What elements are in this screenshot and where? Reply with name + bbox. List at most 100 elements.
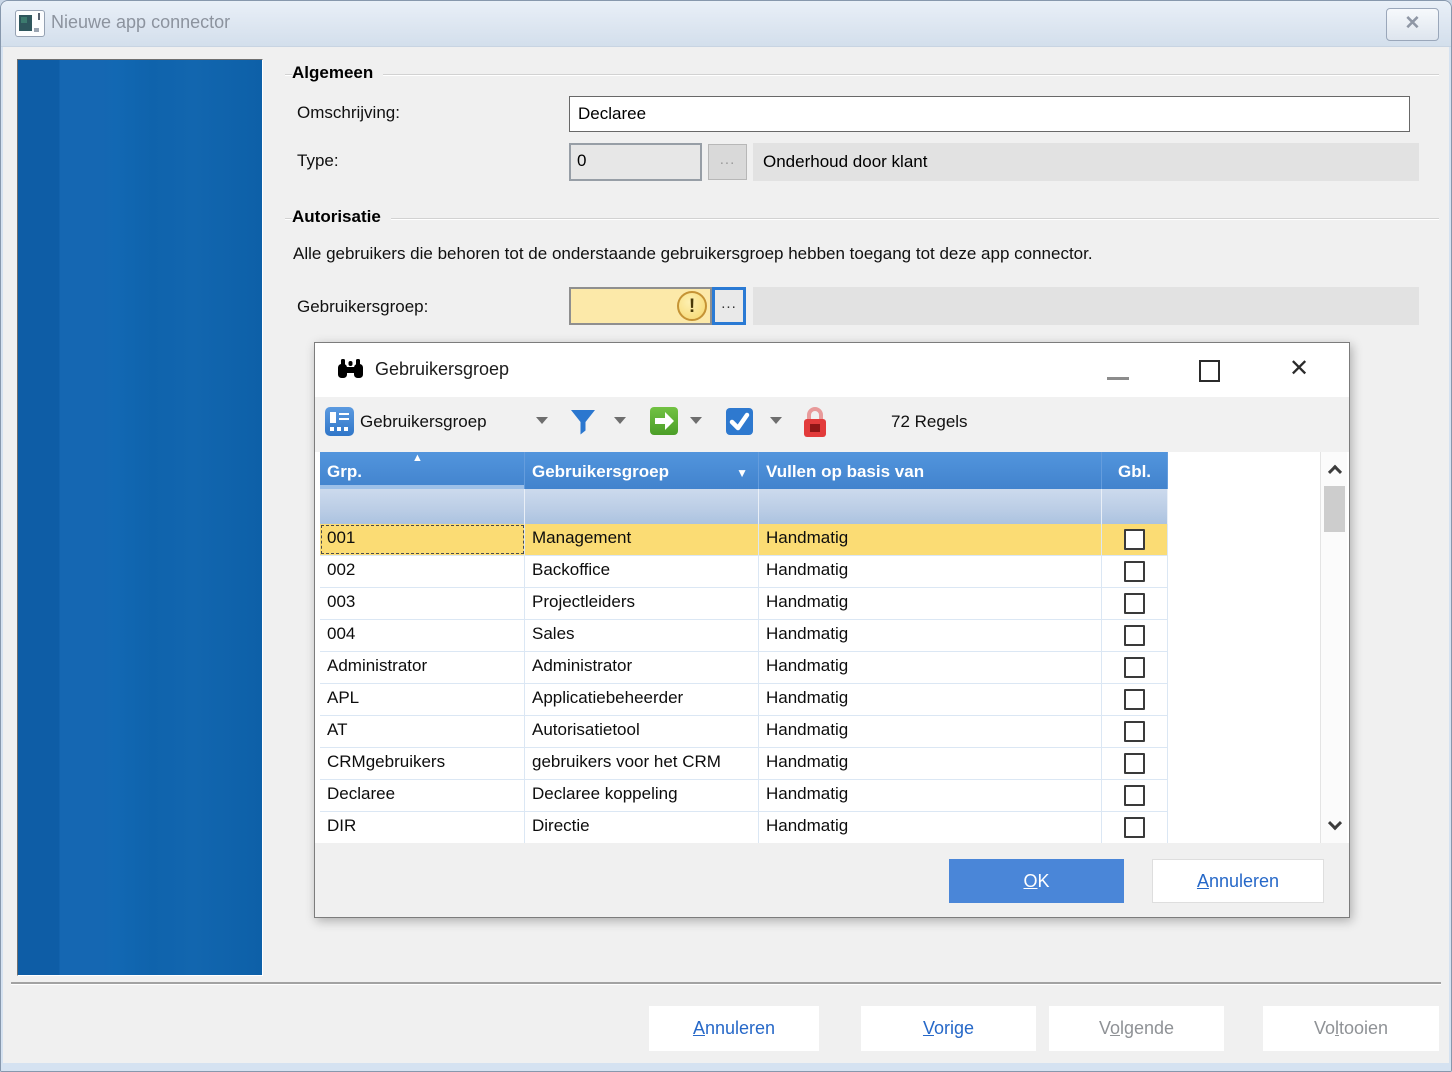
cell-fill[interactable]: Handmatig	[759, 812, 1102, 843]
filter-cell-gebruikersgroep[interactable]	[525, 489, 759, 524]
cell-gbl	[1102, 684, 1168, 715]
gbl-checkbox[interactable]	[1124, 625, 1145, 646]
cell-grp[interactable]: 003	[320, 588, 525, 619]
column-header-grp[interactable]: Grp. ▲	[320, 452, 525, 489]
cell-fill[interactable]: Handmatig	[759, 588, 1102, 619]
scroll-up-button[interactable]	[1321, 454, 1348, 484]
column-header-vullen[interactable]: Vullen op basis van	[759, 452, 1102, 489]
cell-gbl	[1102, 716, 1168, 747]
grid-filter-row	[320, 489, 1168, 524]
cell-grp[interactable]: 002	[320, 556, 525, 587]
cell-group[interactable]: Declaree koppeling	[525, 780, 759, 811]
grid-empty-area	[1168, 452, 1320, 843]
table-row[interactable]: 001 Management Handmatig	[320, 524, 1168, 556]
cell-grp[interactable]: APL	[320, 684, 525, 715]
table-row[interactable]: Administrator Administrator Handmatig	[320, 652, 1168, 684]
popup-title: Gebruikersgroep	[375, 359, 509, 380]
minimize-button[interactable]	[1107, 377, 1129, 380]
export-icon[interactable]	[650, 407, 678, 435]
gbl-checkbox[interactable]	[1124, 593, 1145, 614]
finish-button[interactable]: Voltooien	[1263, 1006, 1439, 1051]
type-input[interactable]: 0	[569, 143, 702, 181]
cell-fill[interactable]: Handmatig	[759, 748, 1102, 779]
popup-footer: OK Annuleren	[315, 843, 1349, 917]
cell-group[interactable]: Sales	[525, 620, 759, 651]
cell-group[interactable]: Autorisatietool	[525, 716, 759, 747]
cell-grp[interactable]: Declaree	[320, 780, 525, 811]
view-selector-label[interactable]: Gebruikersgroep	[360, 412, 487, 432]
cell-group[interactable]: Projectleiders	[525, 588, 759, 619]
cancel-button[interactable]: Annuleren	[649, 1006, 819, 1051]
cell-fill[interactable]: Handmatig	[759, 524, 1102, 555]
cell-gbl	[1102, 748, 1168, 779]
cell-grp[interactable]: 001	[320, 524, 525, 555]
grid-scrollbar[interactable]	[1320, 452, 1347, 843]
cell-group[interactable]: gebruikers voor het CRM	[525, 748, 759, 779]
table-row[interactable]: DIR Directie Handmatig	[320, 812, 1168, 843]
footer-separator	[11, 982, 1441, 984]
table-row[interactable]: Declaree Declaree koppeling Handmatig	[320, 780, 1168, 812]
table-row[interactable]: 002 Backoffice Handmatig	[320, 556, 1168, 588]
gbl-checkbox[interactable]	[1124, 689, 1145, 710]
popup-toolbar: Gebruikersgroep	[315, 397, 1349, 452]
gbl-checkbox[interactable]	[1124, 657, 1145, 678]
cell-grp[interactable]: DIR	[320, 812, 525, 843]
gbl-checkbox[interactable]	[1124, 785, 1145, 806]
view-selector-icon[interactable]	[325, 407, 354, 436]
cell-fill[interactable]: Handmatig	[759, 652, 1102, 683]
popup-cancel-button[interactable]: Annuleren	[1152, 859, 1324, 903]
gbl-checkbox[interactable]	[1124, 817, 1145, 838]
lock-icon[interactable]	[800, 405, 830, 441]
select-icon[interactable]	[726, 408, 753, 435]
filter-icon[interactable]	[567, 407, 599, 439]
cell-grp[interactable]: CRMgebruikers	[320, 748, 525, 779]
type-browse-button[interactable]: ...	[708, 144, 747, 180]
cell-grp[interactable]: 004	[320, 620, 525, 651]
select-dropdown-icon[interactable]	[770, 417, 782, 424]
cell-grp[interactable]: AT	[320, 716, 525, 747]
scroll-down-button[interactable]	[1321, 811, 1348, 841]
popup-close-button[interactable]: ✕	[1289, 355, 1309, 383]
next-button[interactable]: Volgende	[1049, 1006, 1224, 1051]
column-filter-icon[interactable]: ▼	[736, 466, 748, 480]
cell-group[interactable]: Management	[525, 524, 759, 555]
cell-fill[interactable]: Handmatig	[759, 556, 1102, 587]
close-button[interactable]: ✕	[1386, 8, 1439, 41]
cell-group[interactable]: Administrator	[525, 652, 759, 683]
filter-cell-grp[interactable]	[320, 489, 525, 524]
gbl-checkbox[interactable]	[1124, 561, 1145, 582]
view-dropdown-icon[interactable]	[536, 417, 548, 424]
table-row[interactable]: APL Applicatiebeheerder Handmatig	[320, 684, 1168, 716]
cell-grp[interactable]: Administrator	[320, 652, 525, 683]
cell-fill[interactable]: Handmatig	[759, 620, 1102, 651]
authorization-info-text: Alle gebruikers die behoren tot de onder…	[293, 244, 1093, 264]
table-row[interactable]: CRMgebruikers gebruikers voor het CRM Ha…	[320, 748, 1168, 780]
group-browse-button[interactable]: ...	[712, 287, 746, 325]
cell-group[interactable]: Directie	[525, 812, 759, 843]
filter-dropdown-icon[interactable]	[614, 417, 626, 424]
cell-fill[interactable]: Handmatig	[759, 780, 1102, 811]
cell-group[interactable]: Applicatiebeheerder	[525, 684, 759, 715]
table-row[interactable]: 003 Projectleiders Handmatig	[320, 588, 1168, 620]
group-display	[753, 287, 1419, 325]
cell-group[interactable]: Backoffice	[525, 556, 759, 587]
maximize-button[interactable]	[1199, 360, 1220, 382]
gbl-checkbox[interactable]	[1124, 753, 1145, 774]
column-header-gebruikersgroep[interactable]: Gebruikersgroep ▼	[525, 452, 759, 489]
gbl-checkbox[interactable]	[1124, 721, 1145, 742]
table-row[interactable]: AT Autorisatietool Handmatig	[320, 716, 1168, 748]
description-input[interactable]: Declaree	[569, 96, 1410, 132]
gbl-checkbox[interactable]	[1124, 529, 1145, 550]
cell-fill[interactable]: Handmatig	[759, 684, 1102, 715]
group-input[interactable]: !	[569, 287, 712, 325]
cell-fill[interactable]: Handmatig	[759, 716, 1102, 747]
ok-button[interactable]: OK	[949, 859, 1124, 903]
filter-cell-vullen[interactable]	[759, 489, 1102, 524]
scrollbar-thumb[interactable]	[1324, 486, 1345, 532]
filter-cell-gbl[interactable]	[1102, 489, 1168, 524]
table-row[interactable]: 004 Sales Handmatig	[320, 620, 1168, 652]
previous-button[interactable]: Vorige	[861, 1006, 1036, 1051]
row-count: 72 Regels	[891, 412, 968, 432]
column-header-gbl[interactable]: Gbl.	[1102, 452, 1168, 489]
export-dropdown-icon[interactable]	[690, 417, 702, 424]
